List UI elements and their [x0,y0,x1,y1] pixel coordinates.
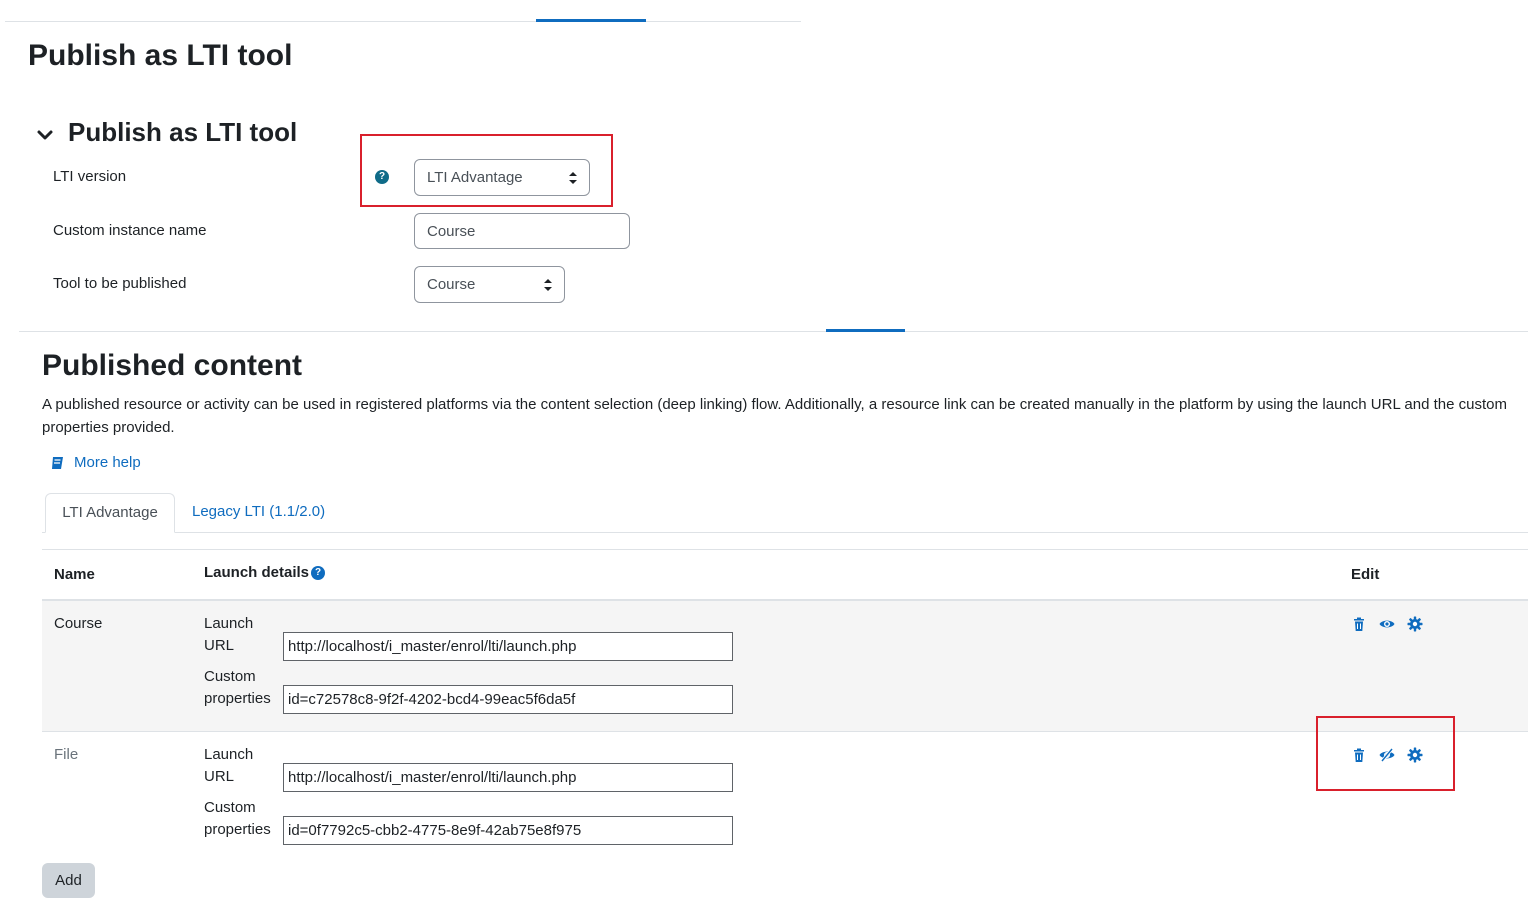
tool-to-be-published-select[interactable]: Course [414,266,565,303]
lti-version-select[interactable]: LTI Advantage [414,159,590,196]
add-button[interactable]: Add [42,863,95,898]
custom-properties-label-line1: Custom [204,668,256,685]
tool-to-be-published-value: Course [427,276,476,293]
row-divider [42,731,1528,732]
lti-version-value: LTI Advantage [427,169,523,186]
launch-url-label-line2: URL [204,637,235,654]
section-divider [19,331,1528,332]
more-help-link[interactable]: More help [50,454,141,471]
custom-instance-name-input[interactable]: Course [414,213,630,249]
top-divider-accent [536,19,646,22]
custom-properties-label-line1: Custom [204,799,256,816]
custom-properties-label-line2: properties [204,821,271,838]
custom-properties-field[interactable]: id=c72578c8-9f2f-4202-bcd4-99eac5f6da5f [283,685,733,714]
custom-properties-label: Custom properties [204,797,276,841]
trash-icon[interactable] [1351,616,1367,632]
select-arrows-icon [544,279,552,291]
custom-properties-label: Custom properties [204,666,276,710]
eye-slash-icon[interactable] [1379,747,1395,763]
custom-properties-field[interactable]: id=0f7792c5-cbb2-4775-8e9f-42ab75e8f975 [283,816,733,845]
launch-url-label-line1: Launch [204,615,254,632]
section-title[interactable]: Publish as LTI tool [68,116,297,148]
eye-icon[interactable] [1379,616,1395,632]
launch-url-label-line2: URL [204,768,235,785]
launch-url-field[interactable]: http://localhost/i_master/enrol/lti/laun… [283,632,733,661]
published-content-description: A published resource or activity can be … [42,396,1507,436]
book-icon [52,456,63,469]
launch-details-label: Launch details [204,564,310,581]
top-divider [5,21,801,22]
page-title: Publish as LTI tool [28,39,293,72]
help-icon[interactable]: ? [311,566,326,580]
tab-legacy-lti[interactable]: Legacy LTI (1.1/2.0) [192,502,325,522]
table-top-border [42,549,1528,550]
chevron-down-icon[interactable] [36,126,54,144]
trash-icon[interactable] [1351,747,1367,763]
column-header-name: Name [54,566,95,583]
launch-url-label-line1: Launch [204,746,254,763]
tabs-divider [42,532,1528,533]
launch-url-field[interactable]: http://localhost/i_master/enrol/lti/laun… [283,763,733,792]
gear-icon[interactable] [1407,747,1423,763]
column-header-launch-details: Launch details ? [204,563,326,583]
gear-icon[interactable] [1407,616,1423,632]
custom-instance-name-label: Custom instance name [53,222,207,239]
published-content-title: Published content [42,349,303,382]
select-arrows-icon [569,172,577,184]
lti-version-label: LTI version [53,168,127,185]
tab-lti-advantage[interactable]: LTI Advantage [45,493,175,533]
help-icon[interactable]: ? [375,170,389,184]
more-help-label: More help [74,454,141,471]
launch-url-label: Launch URL [204,744,276,788]
tool-to-be-published-label: Tool to be published [53,275,187,292]
column-header-edit: Edit [1351,566,1380,583]
row-name: File [54,746,79,763]
row-name: Course [54,615,103,632]
custom-properties-label-line2: properties [204,690,271,707]
section-divider-accent [826,329,905,332]
custom-instance-name-value: Course [427,223,476,240]
launch-url-label: Launch URL [204,613,276,657]
